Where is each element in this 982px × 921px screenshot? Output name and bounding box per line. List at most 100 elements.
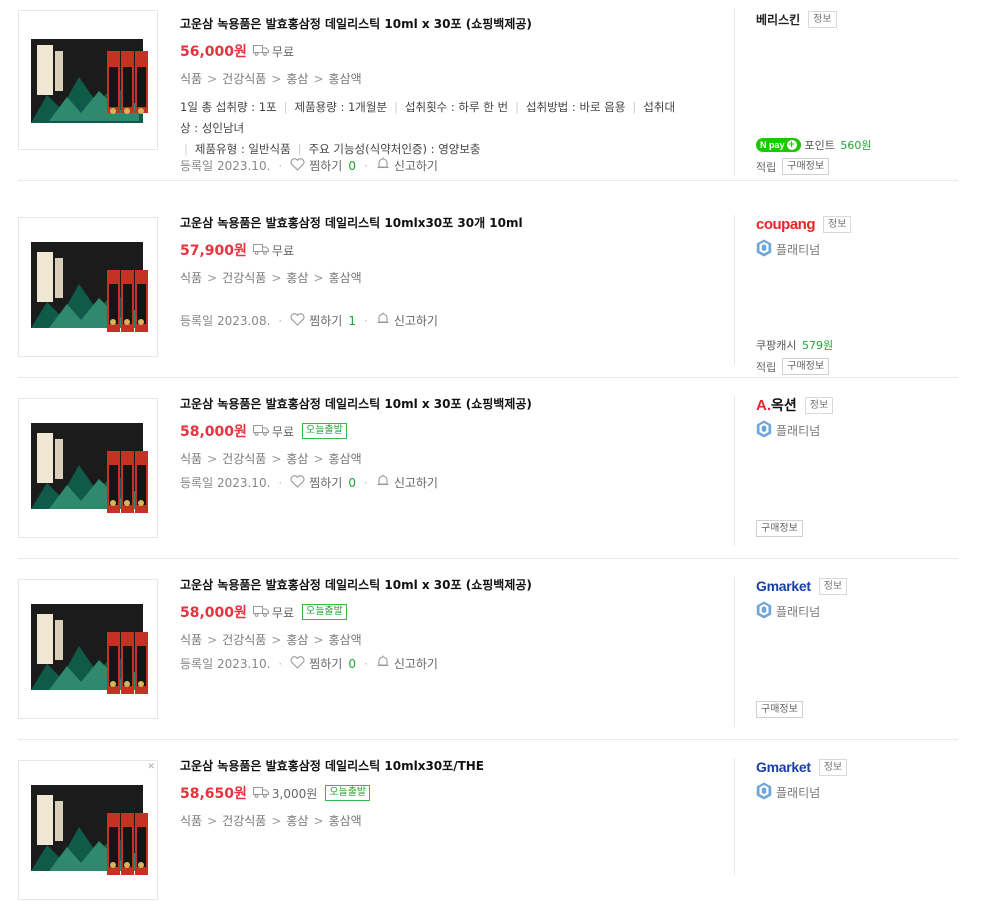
report-button[interactable]: 신고하기 xyxy=(376,474,438,491)
mall-info: coupang 정보 플래티넘 xyxy=(756,213,956,260)
product-price[interactable]: 57,900원 xyxy=(180,240,247,260)
product-title[interactable]: 고운삼 녹용품은 발효홍삼정 데일리스틱 10mlx30포 30개 10ml xyxy=(180,214,710,231)
category-link[interactable]: 홍삼 xyxy=(286,70,308,87)
category-breadcrumb: 식품 > 건강식품 > 홍삼 > 홍삼액 xyxy=(180,812,710,829)
siren-icon xyxy=(376,474,394,491)
product-thumbnail[interactable] xyxy=(18,10,158,150)
category-link[interactable]: 식품 xyxy=(180,631,202,648)
truck-icon xyxy=(252,605,272,620)
auction-logo[interactable]: A. 옥션 xyxy=(756,395,797,415)
category-link[interactable]: 홍삼 xyxy=(286,631,308,648)
auction-a-icon: A. xyxy=(756,396,771,414)
mall-info-button[interactable]: 정보 xyxy=(808,10,837,28)
product-price[interactable]: 58,000원 xyxy=(180,602,247,622)
today-ship-badge: 오늘출발 xyxy=(302,423,347,439)
heart-icon xyxy=(290,474,309,491)
coupang-logo[interactable]: coupang xyxy=(756,216,816,233)
category-link[interactable]: 식품 xyxy=(180,269,202,286)
product-info: 고운삼 녹용품은 발효홍삼정 데일리스틱 10ml x 30포 (쇼핑백제공) … xyxy=(180,15,710,160)
column-divider xyxy=(734,215,735,365)
category-link[interactable]: 건강식품 xyxy=(222,812,266,829)
buy-info-button[interactable]: 구매정보 xyxy=(756,520,803,537)
category-link[interactable]: 홍삼 xyxy=(286,450,308,467)
category-link[interactable]: 식품 xyxy=(180,812,202,829)
reg-date: 2023.10. xyxy=(216,475,271,490)
chevron-right-icon: > xyxy=(207,451,218,466)
gmarket-logo[interactable]: Gmarket xyxy=(756,759,811,775)
price-line: 56,000원 무료 xyxy=(180,41,710,61)
chevron-right-icon: > xyxy=(271,270,282,285)
category-link[interactable]: 식품 xyxy=(180,450,202,467)
category-link[interactable]: 건강식품 xyxy=(222,631,266,648)
category-link[interactable]: 건강식품 xyxy=(222,269,266,286)
heart-icon xyxy=(290,655,309,672)
zzim-button[interactable]: 찜하기 0 xyxy=(290,655,356,672)
buy-info-row: 적립 구매정보 xyxy=(756,358,830,375)
product-title[interactable]: 고운삼 녹용품은 발효홍삼정 데일리스틱 10ml x 30포 (쇼핑백제공) xyxy=(180,395,710,412)
report-button[interactable]: 신고하기 xyxy=(376,157,438,174)
mall-info-button[interactable]: 정보 xyxy=(823,215,852,233)
truck-icon xyxy=(252,424,272,439)
chevron-right-icon: > xyxy=(207,71,218,86)
mall-name[interactable]: 베리스킨 xyxy=(756,11,800,28)
category-link[interactable]: 건강식품 xyxy=(222,70,266,87)
category-link[interactable]: 홍삼액 xyxy=(329,450,362,467)
product-thumbnail[interactable] xyxy=(18,217,158,357)
zzim-button[interactable]: 찜하기 0 xyxy=(290,474,356,491)
price-line: 57,900원 무료 xyxy=(180,240,710,260)
truck-icon xyxy=(252,786,272,801)
product-thumbnail[interactable] xyxy=(18,398,158,538)
category-link[interactable]: 홍삼액 xyxy=(329,812,362,829)
platinum-badge-icon xyxy=(756,782,776,803)
product-price[interactable]: 58,000원 xyxy=(180,421,247,441)
buy-info-button[interactable]: 구매정보 xyxy=(756,701,803,718)
category-link[interactable]: 건강식품 xyxy=(222,450,266,467)
chevron-right-icon: > xyxy=(207,813,218,828)
product-thumbnail[interactable]: ✕ xyxy=(18,760,158,900)
mall-info: 베리스킨 정보 xyxy=(756,8,956,30)
truck-icon xyxy=(252,44,272,59)
category-link[interactable]: 홍삼액 xyxy=(329,631,362,648)
reg-date: 2023.10. xyxy=(216,158,271,173)
category-breadcrumb: 식품 > 건강식품 > 홍삼 > 홍삼액 xyxy=(180,70,710,87)
mall-info-button[interactable]: 정보 xyxy=(818,758,848,776)
product-item: ✕ 고운삼 녹용품은 발효홍삼정 데일리스틱 10mlx30포/THE 58,65… xyxy=(18,740,958,921)
zzim-button[interactable]: 찜하기 1 xyxy=(290,312,356,329)
product-title[interactable]: 고운삼 녹용품은 발효홍삼정 데일리스틱 10ml x 30포 (쇼핑백제공) xyxy=(180,576,710,593)
category-link[interactable]: 홍삼 xyxy=(286,812,308,829)
siren-icon xyxy=(376,157,394,174)
product-title[interactable]: 고운삼 녹용품은 발효홍삼정 데일리스틱 10ml x 30포 (쇼핑백제공) xyxy=(180,15,710,32)
category-link[interactable]: 홍삼 xyxy=(286,269,308,286)
delivery-fee: 3,000원 xyxy=(252,785,317,802)
buy-info-button[interactable]: 구매정보 xyxy=(782,158,830,175)
meta-row: 등록일 2023.10. · 찜하기 0 · 신고하기 xyxy=(180,474,438,491)
price-line: 58,000원 무료 오늘출발 xyxy=(180,602,710,622)
reg-date: 2023.08. xyxy=(216,313,271,328)
chevron-right-icon: > xyxy=(313,451,324,466)
category-link[interactable]: 홍삼액 xyxy=(329,269,362,286)
category-link[interactable]: 식품 xyxy=(180,70,202,87)
report-button[interactable]: 신고하기 xyxy=(376,312,438,329)
gmarket-logo[interactable]: Gmarket xyxy=(756,578,811,594)
product-thumbnail[interactable] xyxy=(18,579,158,719)
buy-info-button[interactable]: 구매정보 xyxy=(782,358,830,375)
category-breadcrumb: 식품 > 건강식품 > 홍삼 > 홍삼액 xyxy=(180,269,710,286)
platinum-badge-icon xyxy=(756,601,776,622)
mall-info-button[interactable]: 정보 xyxy=(804,396,834,414)
cash-point: 쿠팡캐시 579원 xyxy=(756,339,834,352)
chevron-right-icon: > xyxy=(271,451,282,466)
category-link[interactable]: 홍삼액 xyxy=(329,70,362,87)
product-title[interactable]: 고운삼 녹용품은 발효홍삼정 데일리스틱 10mlx30포/THE xyxy=(180,757,710,774)
product-price[interactable]: 56,000원 xyxy=(180,41,247,61)
product-item: 고운삼 녹용품은 발효홍삼정 데일리스틱 10ml x 30포 (쇼핑백제공) … xyxy=(18,559,958,740)
report-button[interactable]: 신고하기 xyxy=(376,655,438,672)
meta-row: 등록일 2023.10. · 찜하기 0 · 신고하기 xyxy=(180,157,438,174)
product-price[interactable]: 58,650원 xyxy=(180,783,247,803)
spec-item: 1일 총 섭취량 : 1포 xyxy=(180,100,277,114)
column-divider xyxy=(734,396,735,546)
zzim-button[interactable]: 찜하기 0 xyxy=(290,157,356,174)
column-divider xyxy=(734,577,735,727)
mall-info-button[interactable]: 정보 xyxy=(818,577,848,595)
zzim-count: 0 xyxy=(348,656,356,671)
meta-row: 등록일 2023.08. · 찜하기 1 · 신고하기 xyxy=(180,312,438,329)
